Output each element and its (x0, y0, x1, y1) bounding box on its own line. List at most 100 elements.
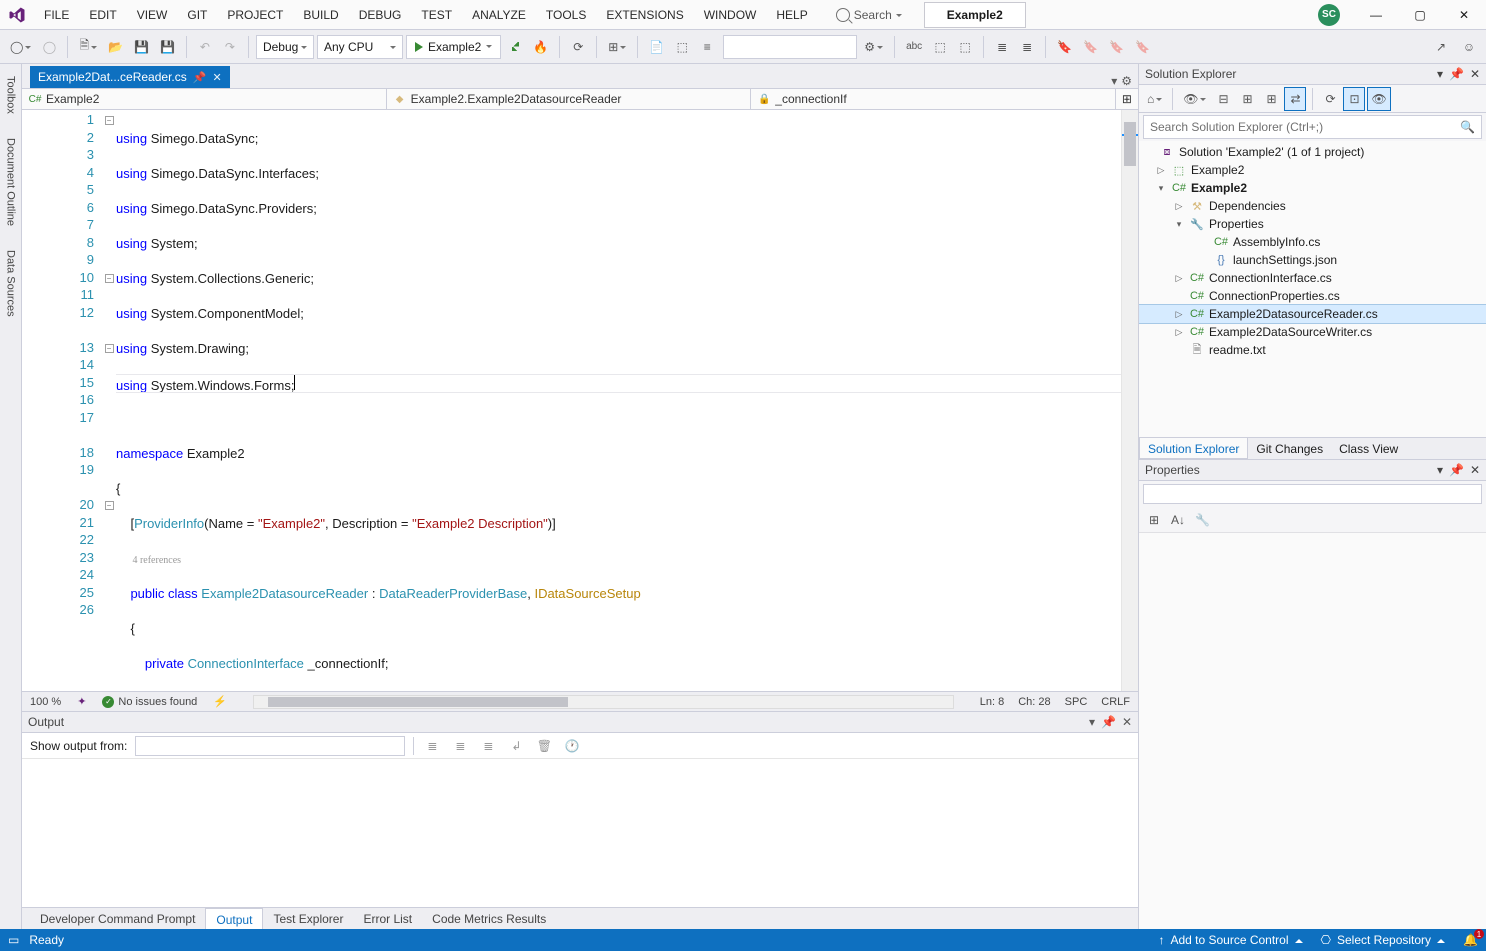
tab-overflow-icon[interactable]: ▾ (1111, 74, 1117, 88)
properties-grid[interactable] (1139, 533, 1486, 929)
close-tab-icon[interactable]: ✕ (212, 71, 221, 84)
codenav-member[interactable]: 🔒_connectionIf (751, 89, 1116, 109)
tab-solution-explorer[interactable]: Solution Explorer (1139, 438, 1248, 459)
config-combo[interactable]: Debug (256, 35, 314, 59)
minimize-button[interactable]: — (1354, 0, 1398, 30)
hot-reload-button[interactable]: 🔥 (529, 35, 552, 59)
data-sources-tab[interactable]: Data Sources (3, 244, 19, 323)
output-body[interactable] (22, 759, 1138, 907)
tb-btn-8[interactable]: ≣ (1016, 35, 1038, 59)
pin-icon[interactable]: 📌 (1449, 67, 1464, 81)
user-avatar[interactable]: SC (1318, 4, 1340, 26)
menu-tools[interactable]: TOOLS (536, 0, 596, 30)
tab-test-explorer[interactable]: Test Explorer (263, 908, 353, 930)
status-output-icon[interactable]: ▭ (8, 933, 19, 947)
title-search[interactable]: Search (836, 8, 902, 22)
tb-btn-3[interactable]: ⬚ (671, 35, 693, 59)
title-solution-tab[interactable]: Example2 (924, 2, 1026, 28)
bookmark-button[interactable]: 🔖 (1053, 35, 1076, 59)
se-home-button[interactable]: ⌂ (1143, 87, 1166, 111)
add-to-source-control[interactable]: ↑Add to Source Control (1158, 933, 1302, 947)
pin-icon[interactable]: 📌 (1449, 463, 1464, 477)
live-share-button[interactable]: ↗ (1430, 35, 1452, 59)
health-icon[interactable]: ✦ (77, 695, 86, 708)
document-tab[interactable]: Example2Dat...ceReader.cs 📌 ✕ (30, 66, 230, 88)
output-source-combo[interactable] (135, 736, 405, 756)
codenav-split[interactable]: ⊞ (1116, 89, 1138, 109)
se-btn2[interactable]: ⊞ (1236, 87, 1258, 111)
se-btn3[interactable]: ⊞ (1260, 87, 1282, 111)
lightbulb-icon[interactable]: ⚡ (213, 695, 227, 708)
tb-abc[interactable]: abc (902, 35, 926, 59)
platform-combo[interactable]: Any CPU (317, 35, 403, 59)
pin-icon[interactable]: 📌 (1101, 715, 1116, 729)
code-editor[interactable]: 1234567891011121314151617181920212223242… (22, 110, 1138, 691)
panel-dropdown-icon[interactable]: ▾ (1437, 463, 1443, 477)
menu-edit[interactable]: EDIT (79, 0, 126, 30)
tab-devprompt[interactable]: Developer Command Prompt (30, 908, 205, 930)
output-btn-3[interactable]: ≣ (478, 736, 498, 756)
redo-button[interactable]: ↷ (219, 35, 241, 59)
menu-test[interactable]: TEST (411, 0, 462, 30)
pin-icon[interactable]: 📌 (193, 71, 207, 84)
tab-error-list[interactable]: Error List (353, 908, 422, 930)
notifications-icon[interactable]: 🔔1 (1463, 933, 1478, 947)
menu-window[interactable]: WINDOW (694, 0, 767, 30)
props-wrench[interactable]: 🔧 (1191, 508, 1214, 532)
horizontal-scrollbar[interactable] (253, 695, 954, 709)
menu-extensions[interactable]: EXTENSIONS (596, 0, 693, 30)
tb-btn-6[interactable]: ⬚ (954, 35, 976, 59)
properties-object-combo[interactable] (1143, 484, 1482, 504)
new-project-button[interactable]: 🗎 (75, 35, 101, 59)
output-header[interactable]: Output ▾ 📌 ✕ (22, 712, 1138, 733)
start-without-debug-button[interactable] (504, 35, 526, 59)
panel-dropdown-icon[interactable]: ▾ (1089, 715, 1095, 729)
menu-analyze[interactable]: ANALYZE (462, 0, 536, 30)
tb-btn-4[interactable]: ≡ (696, 35, 718, 59)
bookmark-next[interactable]: 🔖 (1105, 35, 1128, 59)
find-box[interactable] (723, 35, 857, 59)
tab-git-changes[interactable]: Git Changes (1248, 438, 1331, 459)
save-all-button[interactable]: 💾 (156, 35, 179, 59)
output-clock-btn[interactable]: 🕐 (562, 736, 582, 756)
se-refresh[interactable]: ⟳ (1319, 87, 1341, 111)
se-switch-view[interactable]: 👁 (1179, 87, 1210, 111)
bookmark-prev[interactable]: 🔖 (1079, 35, 1102, 59)
codenav-class[interactable]: ◆Example2.Example2DatasourceReader (387, 89, 752, 109)
close-icon[interactable]: ✕ (1122, 715, 1132, 729)
solution-tree[interactable]: ⧈Solution 'Example2' (1 of 1 project) ▷⬚… (1139, 141, 1486, 437)
browser-link-button[interactable]: ⟳ (567, 35, 589, 59)
close-button[interactable]: ✕ (1442, 0, 1486, 30)
tb-btn-5[interactable]: ⬚ (929, 35, 951, 59)
output-btn-4[interactable]: ↲ (506, 736, 526, 756)
se-btn1[interactable]: ⊟ (1212, 87, 1234, 111)
props-alpha[interactable]: A↓ (1167, 508, 1189, 532)
nav-back-button[interactable]: ◯ (6, 35, 35, 59)
code-text[interactable]: using Simego.DataSync; using Simego.Data… (116, 110, 1121, 691)
se-preview[interactable]: 👁 (1367, 87, 1390, 111)
status-ch[interactable]: Ch: 28 (1018, 696, 1050, 708)
menu-file[interactable]: FILE (34, 0, 79, 30)
tb-btn-1[interactable]: ⊞ (604, 35, 630, 59)
tab-output[interactable]: Output (205, 908, 263, 930)
fold-column[interactable]: − − − − (102, 110, 116, 691)
save-button[interactable]: 💾 (130, 35, 153, 59)
status-spc[interactable]: SPC (1065, 696, 1088, 708)
se-sync-button[interactable]: ⇄ (1284, 87, 1306, 111)
status-crlf[interactable]: CRLF (1101, 696, 1130, 708)
open-button[interactable]: 📂 (104, 35, 127, 59)
nav-forward-button[interactable]: ◯ (38, 35, 60, 59)
maximize-button[interactable]: ▢ (1398, 0, 1442, 30)
menu-help[interactable]: HELP (766, 0, 817, 30)
close-icon[interactable]: ✕ (1470, 463, 1480, 477)
tab-code-metrics[interactable]: Code Metrics Results (422, 908, 556, 930)
menu-git[interactable]: GIT (177, 0, 217, 30)
start-debug-button[interactable]: Example2 (406, 35, 501, 59)
output-btn-1[interactable]: ≣ (422, 736, 442, 756)
panel-dropdown-icon[interactable]: ▾ (1437, 67, 1443, 81)
menu-view[interactable]: VIEW (127, 0, 178, 30)
se-showall[interactable]: ⊡ (1343, 87, 1365, 111)
tab-options-icon[interactable]: ⚙ (1121, 74, 1132, 88)
bookmark-clear[interactable]: 🔖 (1131, 35, 1154, 59)
props-categorized[interactable]: ⊞ (1143, 508, 1165, 532)
